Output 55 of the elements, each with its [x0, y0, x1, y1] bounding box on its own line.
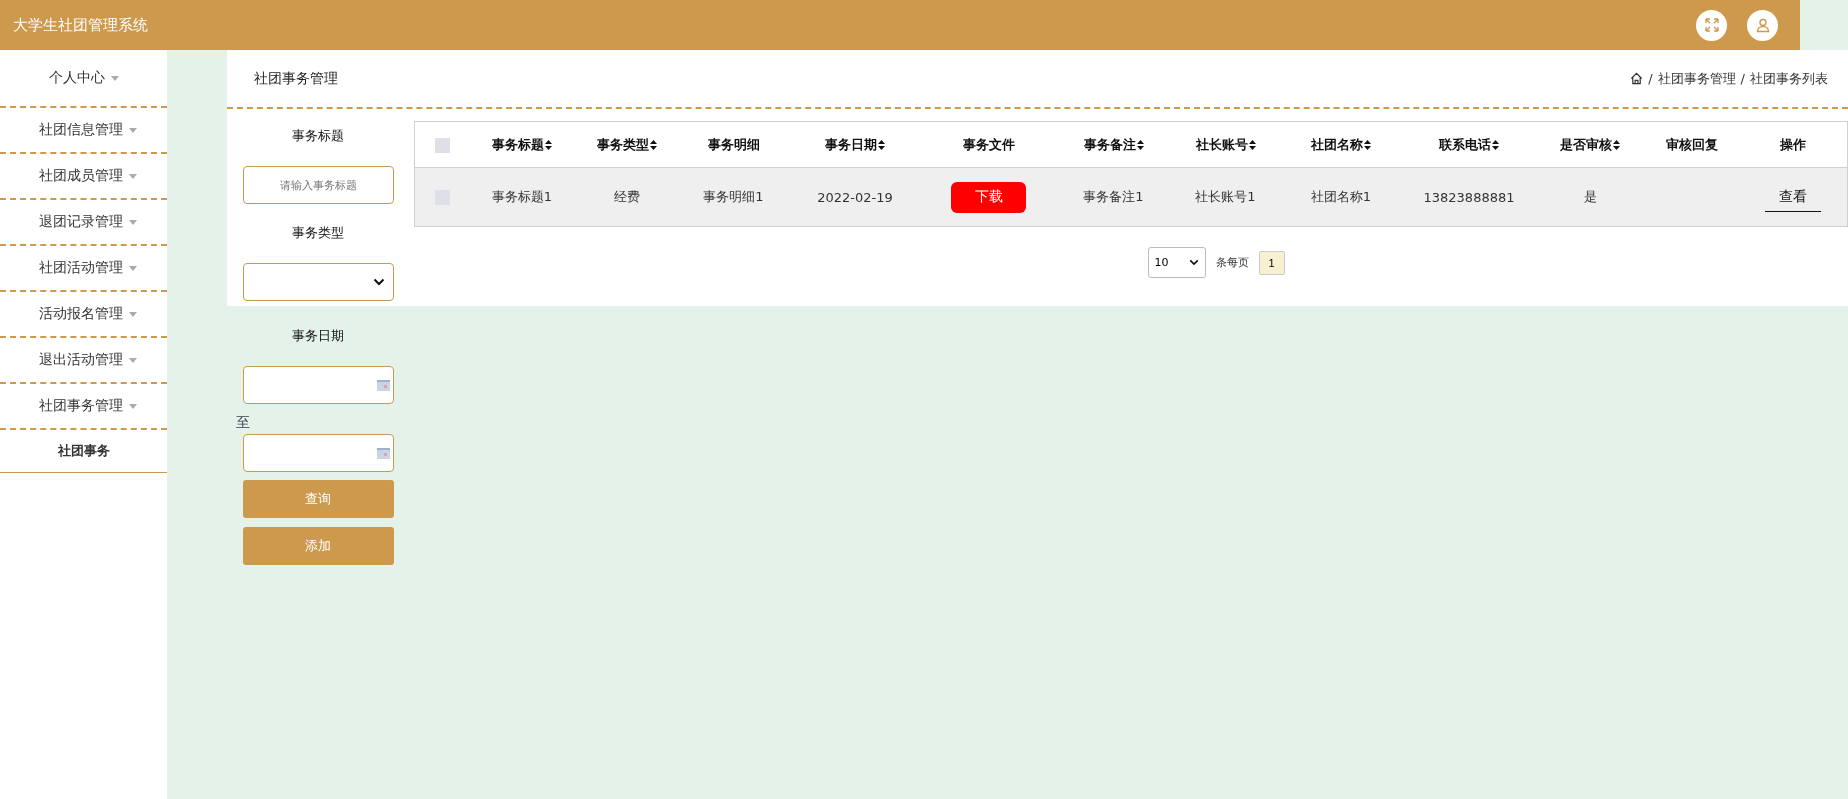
select-all-checkbox[interactable]: [434, 137, 450, 153]
home-icon[interactable]: [1630, 72, 1644, 85]
caret-icon: [128, 265, 137, 271]
start-date-field[interactable]: [242, 366, 394, 404]
column-header: 事务文件: [962, 135, 1015, 154]
filter-label: 事务类型: [292, 224, 344, 242]
filter-label: 事务标题: [292, 127, 344, 145]
chevron-icon: [372, 278, 385, 286]
user-icon[interactable]: [1747, 9, 1778, 41]
caret-icon: [128, 403, 137, 409]
breadcrumb-item[interactable]: 社团事务列表: [1750, 69, 1828, 88]
breadcrumb-separator: /: [1648, 71, 1653, 86]
caret-icon: [128, 357, 137, 363]
fullscreen-icon[interactable]: [1696, 9, 1727, 41]
page-size-label: 条每页: [1215, 255, 1249, 270]
breadcrumb-separator: /: [1740, 71, 1745, 86]
table-cell: 社团名称1: [1310, 189, 1372, 204]
table-cell: 2022-02-19: [817, 189, 893, 205]
table-cell: 社长账号1: [1195, 189, 1256, 204]
breadcrumb-item[interactable]: 社团事务管理: [1657, 69, 1736, 88]
column-header: 审核回复: [1666, 135, 1718, 154]
column-header[interactable]: 事务类型: [596, 135, 657, 154]
app-title: 大学生社团管理系统: [13, 15, 148, 35]
title-search-field[interactable]: 请输入事务标题: [242, 166, 394, 204]
column-header: 事务明细: [707, 135, 760, 154]
caret-icon: [128, 311, 137, 317]
calendar-icon: [376, 379, 390, 391]
column-header[interactable]: 社长账号: [1195, 135, 1256, 154]
table-cell: 事务标题1: [491, 189, 553, 204]
column-header[interactable]: 是否审核: [1560, 135, 1620, 154]
type-dropdown[interactable]: [242, 263, 394, 301]
table-cell: 是: [1583, 189, 1597, 204]
caret-icon: [128, 127, 137, 133]
chevron-icon: [1188, 259, 1199, 266]
end-date-field[interactable]: [242, 434, 394, 472]
table-cell: 13823888881: [1423, 189, 1515, 205]
date-separator: 至: [236, 414, 250, 432]
download-button[interactable]: 下载: [951, 181, 1026, 213]
table-cell: 事务备注1: [1083, 189, 1144, 204]
page-title: 社团事务管理: [254, 69, 338, 88]
calendar-icon: [376, 447, 390, 459]
column-header[interactable]: 事务备注: [1083, 135, 1144, 154]
table-cell: 事务明细1: [703, 189, 764, 204]
page-size-dropdown[interactable]: 10: [1147, 247, 1206, 278]
table-cell: 经费: [613, 189, 640, 204]
column-header: 操作: [1780, 135, 1807, 154]
caret-icon: [110, 75, 119, 81]
column-header[interactable]: 联系电话: [1439, 135, 1499, 154]
column-header[interactable]: 事务日期: [825, 135, 885, 154]
caret-icon: [128, 219, 137, 225]
page-button[interactable]: 1: [1258, 250, 1285, 275]
filter-label: 事务日期: [292, 327, 344, 345]
column-header[interactable]: 社团名称: [1311, 135, 1371, 154]
caret-icon: [128, 173, 137, 179]
column-header[interactable]: 事务标题: [492, 135, 552, 154]
